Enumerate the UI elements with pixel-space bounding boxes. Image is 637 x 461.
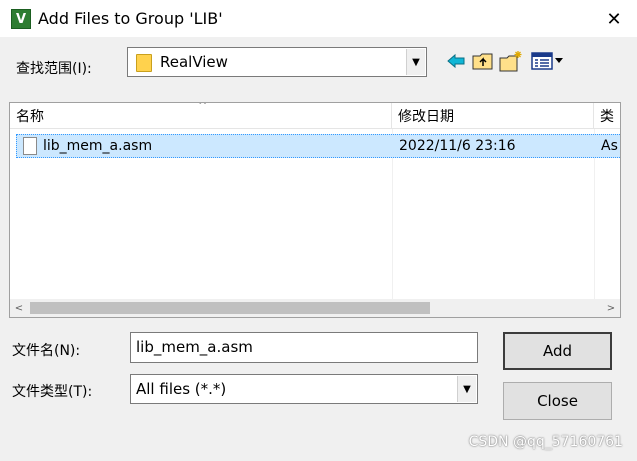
up-folder-button[interactable]: [471, 49, 495, 73]
scroll-left-icon[interactable]: <: [10, 299, 28, 317]
file-icon: [23, 137, 37, 155]
view-menu-icon: [531, 52, 563, 70]
app-icon: V: [11, 9, 31, 29]
close-icon: ✕: [606, 8, 622, 30]
folder-icon: [136, 54, 152, 72]
column-header-modified[interactable]: 修改日期: [392, 103, 594, 129]
add-button[interactable]: Add: [503, 332, 612, 370]
watermark: CSDN @qq_57160761: [468, 434, 623, 450]
app-icon-letter: V: [15, 11, 27, 27]
file-modified-cell: 2022/11/6 23:16: [399, 138, 516, 154]
back-arrow-icon: [447, 53, 465, 69]
file-row[interactable]: lib_mem_a.asm 2022/11/6 23:16 As: [16, 134, 620, 158]
file-type-label: 文件类型(T):: [12, 384, 93, 400]
column-header-name[interactable]: 名称 ^: [10, 103, 392, 129]
file-type-dropdown[interactable]: All files (*.*) ▼: [130, 374, 478, 404]
view-menu-button[interactable]: [530, 49, 566, 73]
window-title: Add Files to Group 'LIB': [38, 9, 223, 28]
scrollbar-thumb[interactable]: [30, 302, 430, 314]
file-name-cell: lib_mem_a.asm: [43, 138, 153, 154]
scroll-right-icon[interactable]: >: [602, 299, 620, 317]
file-list[interactable]: 名称 ^ 修改日期 类 lib_mem_a.asm 2022/11/6 23:1…: [9, 102, 621, 318]
horizontal-scrollbar[interactable]: < >: [10, 299, 620, 317]
new-folder-icon: [499, 51, 522, 72]
new-folder-button[interactable]: [499, 49, 523, 73]
look-in-value: RealView: [160, 53, 228, 71]
sort-ascending-icon: ^: [198, 102, 208, 112]
title-bar: V Add Files to Group 'LIB' ✕: [0, 0, 637, 38]
chevron-down-icon[interactable]: ▼: [457, 376, 476, 402]
look-in-dropdown[interactable]: RealView ▼: [127, 47, 427, 77]
file-name-label: 文件名(N):: [12, 343, 81, 359]
window-close-button[interactable]: ✕: [591, 0, 637, 38]
file-type-value: All files (*.*): [136, 380, 227, 398]
look-in-label: 查找范围(I):: [16, 61, 92, 77]
back-button[interactable]: [444, 49, 468, 73]
close-button[interactable]: Close: [503, 382, 612, 420]
up-folder-icon: [472, 53, 493, 70]
file-type-cell: As: [601, 138, 618, 154]
file-name-input[interactable]: lib_mem_a.asm: [130, 332, 478, 363]
column-header-type[interactable]: 类: [594, 103, 620, 129]
chevron-down-icon[interactable]: ▼: [406, 49, 425, 75]
file-list-header: 名称 ^ 修改日期 类: [10, 103, 620, 129]
